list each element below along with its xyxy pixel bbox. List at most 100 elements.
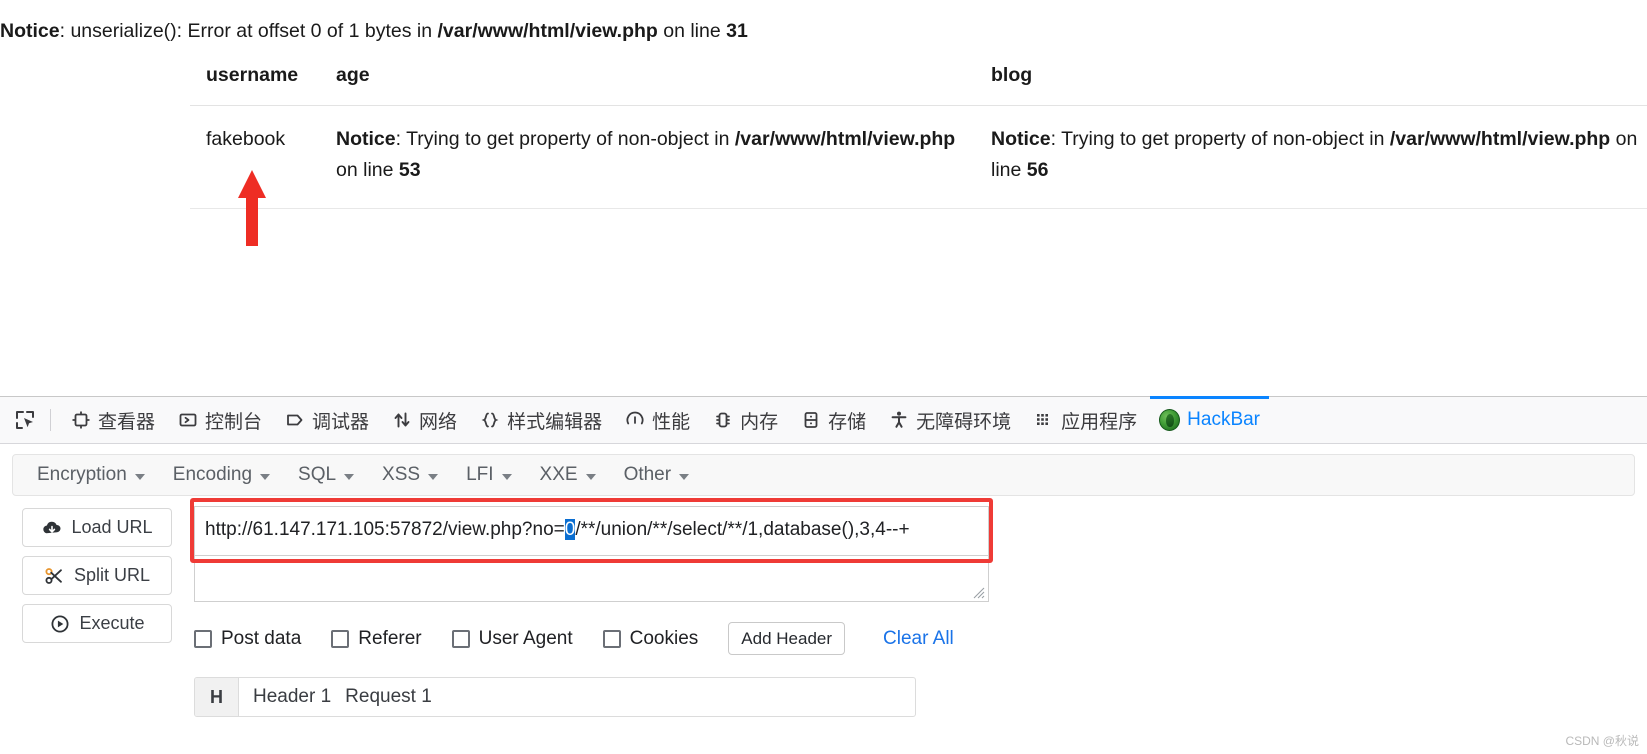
- blog-notice-file-part1: /var/www: [1389, 128, 1476, 150]
- tab-memory-label: 内存: [740, 411, 779, 433]
- php-notice-unserialize: Notice: unserialize(): Error at offset 0…: [0, 18, 748, 44]
- age-notice-line-number: 53: [398, 159, 421, 181]
- age-notice-message: : Trying to get property of non-object i…: [395, 128, 735, 150]
- menu-xxe-label: XXE: [539, 464, 578, 485]
- cell-age-notice: Notice: Trying to get property of non-ob…: [320, 105, 975, 209]
- tab-style-editor[interactable]: 样式编辑器: [468, 397, 613, 444]
- style-editor-icon: [479, 410, 500, 431]
- chevron-down-icon: [585, 473, 596, 480]
- tab-console-label: 控制台: [205, 411, 263, 433]
- tab-debugger[interactable]: 调试器: [273, 397, 380, 444]
- column-header-blog: blog: [975, 58, 1647, 106]
- url-suffix: /**/union/**/select/**/1,database(),3,4-…: [575, 519, 910, 540]
- load-url-label: Load URL: [71, 517, 153, 537]
- tab-debugger-label: 调试器: [312, 411, 370, 433]
- menu-encryption-label: Encryption: [37, 464, 127, 485]
- checkbox-box-icon: [331, 629, 350, 648]
- notice-keyword: Notice: [0, 20, 60, 42]
- checkbox-referer[interactable]: Referer: [331, 627, 422, 650]
- notice-online-text: on line: [657, 20, 727, 42]
- tab-inspector[interactable]: 查看器: [59, 397, 166, 444]
- tab-network[interactable]: 网络: [380, 397, 468, 444]
- accessibility-icon: [888, 410, 909, 431]
- menu-xss[interactable]: XSS: [368, 464, 452, 486]
- checkbox-box-icon: [602, 629, 621, 648]
- screenshot-root: Notice: unserialize(): Error at offset 0…: [0, 0, 1647, 754]
- url-prefix: http://61.147.171.105:57872/view.php?no=: [205, 519, 565, 540]
- chevron-down-icon: [428, 473, 439, 480]
- hackbar-menubar: Encryption Encoding SQL XSS LFI XXE Othe…: [12, 454, 1635, 496]
- checkbox-post-data-label: Post data: [221, 627, 302, 649]
- tab-hackbar[interactable]: HackBar: [1148, 395, 1271, 444]
- inspector-icon: [70, 410, 91, 431]
- tab-application[interactable]: 应用程序: [1022, 397, 1148, 444]
- watermark: CSDN @秋说: [1565, 734, 1639, 748]
- tab-hackbar-label: HackBar: [1187, 409, 1261, 430]
- execute-label: Execute: [79, 613, 145, 633]
- storage-icon: [800, 410, 821, 431]
- tab-network-label: 网络: [419, 411, 458, 433]
- network-icon: [391, 410, 412, 431]
- tab-console[interactable]: 控制台: [166, 397, 273, 444]
- request-options-row: Post data Referer User Agent Cookies Add…: [194, 622, 994, 655]
- memory-icon: [712, 410, 733, 431]
- age-notice-keyword: Notice: [336, 128, 396, 150]
- menu-xxe[interactable]: XXE: [526, 464, 610, 486]
- menu-encoding-label: Encoding: [172, 464, 253, 485]
- fakebook-result-table: username age blog fakebook Notice: Tryin…: [190, 58, 1647, 209]
- add-header-button[interactable]: Add Header: [728, 622, 846, 655]
- debugger-icon: [284, 410, 305, 431]
- column-header-age: age: [320, 58, 975, 106]
- php-page-output: Notice: unserialize(): Error at offset 0…: [0, 0, 1647, 396]
- checkbox-post-data[interactable]: Post data: [194, 628, 301, 650]
- age-notice-file-part2: /html/view.php: [820, 128, 956, 150]
- performance-icon: [624, 410, 645, 431]
- headers-table-cell-header[interactable]: Header 1: [239, 678, 331, 716]
- console-icon: [177, 410, 198, 431]
- notice-file-path: /var/www/html/view.php: [437, 20, 658, 42]
- chevron-down-icon: [679, 473, 690, 480]
- blog-notice-message: : Trying to get property of non-object i…: [1050, 128, 1390, 150]
- blog-notice-file-part2: /html/view.php: [1475, 128, 1611, 150]
- checkbox-cookies[interactable]: Cookies: [602, 628, 698, 650]
- tab-accessibility-label: 无障碍环境: [916, 411, 1012, 433]
- hackbar-panel: Encryption Encoding SQL XSS LFI XXE Othe…: [0, 454, 1647, 754]
- hackbar-body: Load URL Split URL Execute http://61.147…: [0, 498, 1647, 717]
- tab-memory[interactable]: 内存: [701, 397, 789, 444]
- checkbox-user-agent-label: User Agent: [478, 627, 573, 649]
- element-picker-icon[interactable]: [8, 404, 42, 436]
- table-header-row: username age blog: [190, 58, 1647, 106]
- tab-accessibility[interactable]: 无障碍环境: [877, 397, 1022, 444]
- menu-encryption[interactable]: Encryption: [23, 464, 159, 486]
- tab-performance[interactable]: 性能: [613, 397, 701, 444]
- checkbox-user-agent[interactable]: User Agent: [451, 627, 573, 650]
- table-row: fakebook Notice: Trying to get property …: [190, 105, 1647, 209]
- hackbar-action-buttons: Load URL Split URL Execute: [22, 506, 172, 717]
- tab-application-label: 应用程序: [1061, 411, 1138, 433]
- checkbox-referer-label: Referer: [358, 627, 422, 649]
- checkbox-box-icon: [194, 629, 212, 648]
- menu-encoding[interactable]: Encoding: [159, 464, 284, 486]
- execute-button[interactable]: Execute: [22, 604, 172, 643]
- menu-lfi-label: LFI: [466, 464, 494, 485]
- url-input[interactable]: http://61.147.171.105:57872/view.php?no=…: [194, 506, 989, 555]
- resize-grip-icon: [973, 587, 985, 599]
- chevron-down-icon: [260, 473, 271, 480]
- menu-lfi[interactable]: LFI: [452, 464, 525, 486]
- hackbar-logo-icon: [1159, 409, 1181, 431]
- tab-storage[interactable]: 存储: [789, 397, 877, 444]
- notice-line-number: 31: [726, 20, 748, 42]
- menu-other[interactable]: Other: [610, 464, 704, 486]
- url-input-second-line[interactable]: [194, 555, 989, 602]
- headers-table-cell-request[interactable]: Request 1: [331, 678, 432, 716]
- load-url-button[interactable]: Load URL: [22, 508, 172, 547]
- menu-sql[interactable]: SQL: [284, 464, 368, 486]
- scissors-icon: [45, 567, 62, 584]
- chevron-down-icon: [134, 473, 145, 480]
- tab-storage-label: 存储: [828, 411, 867, 433]
- clear-all-link[interactable]: Clear All: [883, 628, 954, 650]
- chevron-down-icon: [344, 473, 355, 480]
- split-url-button[interactable]: Split URL: [22, 556, 172, 595]
- menu-xss-label: XSS: [382, 464, 421, 485]
- cloud-download-icon: [43, 521, 61, 533]
